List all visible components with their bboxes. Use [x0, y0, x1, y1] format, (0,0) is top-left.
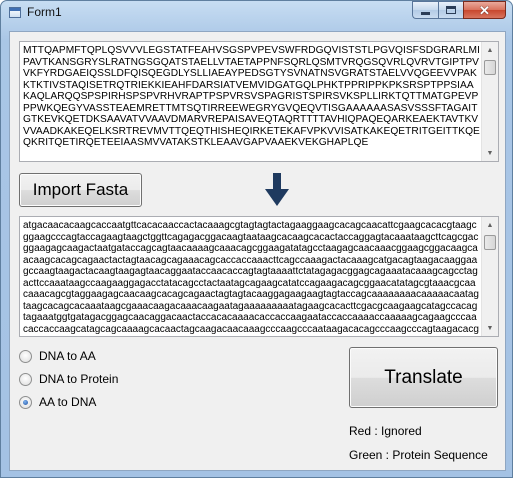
scroll-up-icon[interactable]: ▲ — [482, 217, 498, 233]
protein-textbox-scrollbar[interactable]: ▲ ▼ — [481, 42, 498, 161]
dna-sequence-textbox[interactable]: atgacaacacaagcaccaatgttcacacaaccactacaaa… — [19, 216, 499, 337]
scroll-thumb[interactable] — [484, 60, 496, 75]
close-icon: ✕ — [479, 2, 490, 18]
window-title: Form1 — [27, 5, 62, 19]
dna-sequence-text: atgacaacacaagcaccaatgttcacacaaccactacaaa… — [23, 220, 479, 334]
dna-textbox-scrollbar[interactable]: ▲ ▼ — [481, 217, 498, 336]
scroll-down-icon[interactable]: ▼ — [482, 145, 498, 161]
option-label: AA to DNA — [39, 395, 97, 409]
title-bar[interactable]: Form1 ✕ — [1, 1, 512, 27]
radio-button[interactable] — [19, 349, 32, 363]
scroll-thumb[interactable] — [484, 235, 496, 250]
close-button[interactable]: ✕ — [463, 1, 506, 19]
radio-button[interactable] — [19, 372, 32, 386]
option-dna-to-protein[interactable]: DNA to Protein — [19, 372, 118, 386]
maximize-icon — [446, 6, 456, 14]
form-window: Form1 ✕ MTTQAPMFTQPLQSVVVLEGSTATFEAHVSGS… — [0, 0, 513, 478]
legend-red: Red : Ignored — [349, 424, 422, 438]
import-fasta-button[interactable]: Import Fasta — [19, 173, 142, 207]
protein-sequence-text: MTTQAPMFTQPLQSVVVLEGSTATFEAHVSGSPVPEVSWF… — [23, 45, 480, 148]
option-label: DNA to Protein — [39, 372, 119, 386]
option-label: DNA to AA — [39, 349, 96, 363]
minimize-button[interactable] — [412, 1, 438, 19]
radio-button-checked[interactable] — [19, 395, 32, 409]
form-client-area: MTTQAPMFTQPLQSVVVLEGSTATFEAHVSGSPVPEVSWF… — [9, 31, 506, 471]
scroll-up-icon[interactable]: ▲ — [482, 42, 498, 58]
translate-button[interactable]: Translate — [349, 347, 498, 408]
scroll-down-icon[interactable]: ▼ — [482, 320, 498, 336]
minimize-icon — [421, 11, 430, 15]
caption-buttons: ✕ — [412, 1, 506, 19]
maximize-button[interactable] — [438, 1, 463, 19]
option-aa-to-dna[interactable]: AA to DNA — [19, 395, 96, 409]
app-window-icon — [9, 7, 21, 18]
option-dna-to-aa[interactable]: DNA to AA — [19, 349, 96, 363]
legend-green: Green : Protein Sequence — [349, 448, 488, 462]
protein-sequence-textbox[interactable]: MTTQAPMFTQPLQSVVVLEGSTATFEAHVSGSPVPEVSWF… — [19, 41, 499, 162]
down-arrow-icon — [265, 173, 289, 206]
